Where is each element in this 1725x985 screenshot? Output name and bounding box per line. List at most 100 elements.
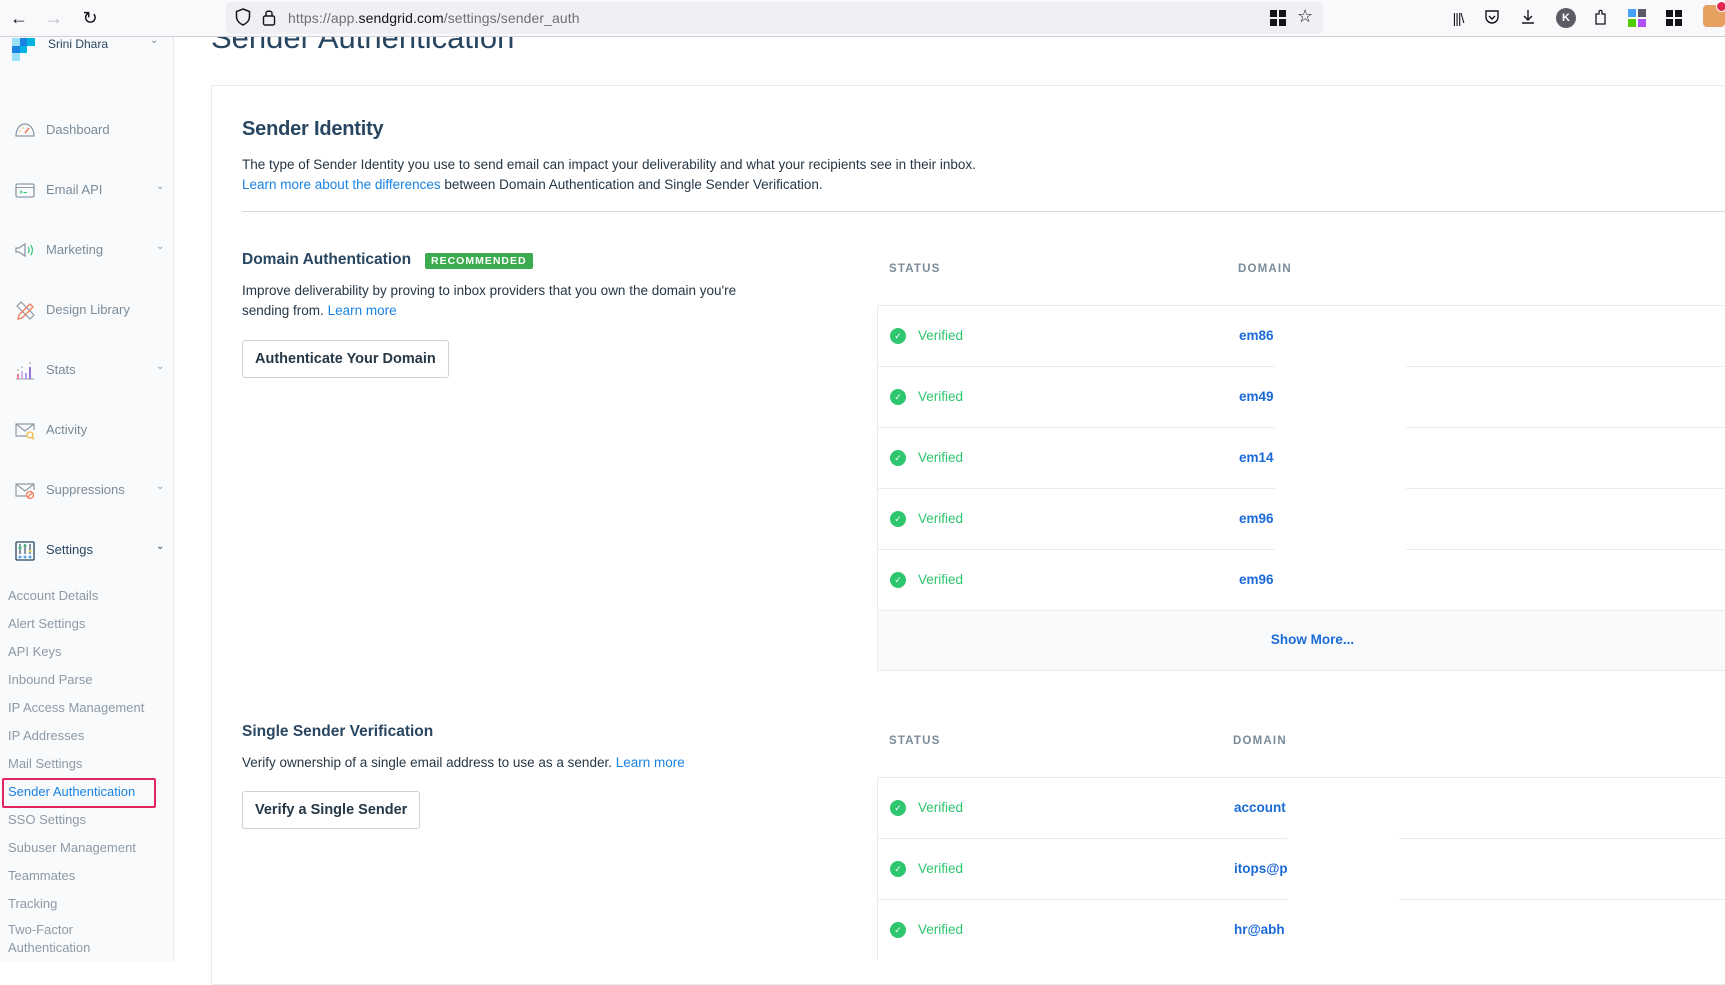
domain-link[interactable]: em96 (1239, 511, 1274, 526)
dashboard-gauge-icon (14, 121, 36, 141)
domain-column-header: DOMAIN (1238, 263, 1292, 275)
url-host: https://app. (288, 10, 359, 26)
domain-auth-learn-more-link[interactable]: Learn more (328, 303, 397, 318)
sidebar-subitem-inbound-parse[interactable]: Inbound Parse (8, 672, 93, 687)
show-more-button[interactable]: Show More... (878, 632, 1725, 647)
sender-identity-description: The type of Sender Identity you use to s… (242, 155, 1142, 195)
check-circle-icon: ✓ (890, 389, 906, 405)
sidebar-subitem-account-details[interactable]: Account Details (8, 588, 98, 603)
check-circle-icon: ✓ (890, 861, 906, 877)
download-icon[interactable] (1519, 8, 1539, 28)
sidebar-item-dashboard[interactable]: Dashboard (0, 116, 174, 146)
check-circle-icon: ✓ (890, 511, 906, 527)
sidebar-item-stats[interactable]: Stats ⌄ (0, 356, 174, 386)
sender-identity-title: Sender Identity (242, 118, 384, 140)
table-header: STATUS DOMAIN (877, 251, 1725, 311)
sidebar-subitem-subuser-management[interactable]: Subuser Management (8, 840, 136, 855)
apps-grid-icon[interactable] (1666, 10, 1686, 30)
sidebar-subitem-sso-settings[interactable]: SSO Settings (8, 812, 86, 827)
back-button[interactable]: ← (8, 7, 30, 29)
qr-code-icon[interactable] (1270, 10, 1286, 26)
pocket-icon[interactable] (1483, 8, 1503, 28)
domain-link[interactable]: em14 (1239, 450, 1274, 465)
sender-email-link[interactable]: itops@p (1234, 861, 1288, 876)
sidebar: Srini Dhara ⌄ Dashboard Email API ⌄ Mark… (0, 35, 174, 962)
check-circle-icon: ✓ (890, 572, 906, 588)
envelope-search-icon (14, 421, 36, 441)
sidebar-item-label: Stats (46, 362, 76, 377)
bookmark-star-icon[interactable]: ☆ (1297, 6, 1313, 27)
status-text: Verified (918, 328, 964, 343)
sidebar-item-label: Dashboard (46, 122, 110, 137)
table-row[interactable]: ✓ Verified account (877, 777, 1725, 838)
account-switcher[interactable]: Srini Dhara ⌄ (12, 35, 172, 61)
domain-link[interactable]: em96 (1239, 572, 1274, 587)
account-name: Srini Dhara (48, 37, 109, 51)
table-header: STATUS DOMAIN (877, 723, 1725, 783)
description-text: Verify ownership of a single email addre… (242, 755, 612, 770)
sidebar-subitem-ip-addresses[interactable]: IP Addresses (8, 728, 84, 743)
single-sender-description: Verify ownership of a single email addre… (242, 753, 842, 773)
status-text: Verified (918, 572, 964, 587)
reload-button[interactable]: ↻ (79, 7, 101, 29)
description-text: The type of Sender Identity you use to s… (242, 157, 976, 172)
show-more-row: Show More... (877, 610, 1725, 671)
status-text: Verified (918, 511, 964, 526)
sidebar-item-activity[interactable]: Activity (0, 416, 174, 446)
sender-identity-card: Sender Identity The type of Sender Ident… (211, 85, 1725, 985)
sidebar-subitem-sender-authentication[interactable]: Sender Authentication (8, 784, 135, 799)
addon-blocker-icon[interactable] (1703, 1, 1725, 27)
shield-icon[interactable] (235, 8, 251, 26)
forward-button[interactable]: → (43, 7, 65, 29)
sidebar-subitem-alert-settings[interactable]: Alert Settings (8, 616, 85, 631)
status-text: Verified (918, 389, 964, 404)
domain-link[interactable]: em86 (1239, 328, 1274, 343)
redaction-box (1275, 314, 1406, 604)
learn-more-differences-link[interactable]: Learn more about the differences (242, 177, 441, 192)
sidebar-subitem-teammates[interactable]: Teammates (8, 868, 75, 883)
envelope-blocked-icon (14, 481, 36, 501)
sidebar-subitem-api-keys[interactable]: API Keys (8, 644, 61, 659)
address-bar[interactable]: https://app.sendgrid.com/settings/sender… (226, 2, 1323, 34)
check-circle-icon: ✓ (890, 922, 906, 938)
library-icon[interactable]: |||\ (1448, 8, 1468, 28)
sidebar-subitem-mail-settings[interactable]: Mail Settings (8, 756, 82, 771)
multi-container-extension-icon[interactable] (1628, 9, 1648, 29)
sender-email-link[interactable]: account (1234, 800, 1286, 815)
sidebar-subitem-tracking[interactable]: Tracking (8, 896, 57, 911)
lock-icon[interactable] (262, 8, 276, 26)
sidebar-item-label: Design Library (46, 302, 130, 317)
sidebar-item-label: Settings (46, 542, 93, 557)
browser-toolbar: ← → ↻ https://app.sendgrid.com/settings/… (0, 0, 1725, 37)
single-sender-learn-more-link[interactable]: Learn more (616, 755, 685, 770)
domain-link[interactable]: em49 (1239, 389, 1274, 404)
chevron-down-icon: ⌄ (156, 361, 165, 372)
domain-column-header: DOMAIN (1233, 735, 1287, 747)
sidebar-subitem-two-factor-authentication[interactable]: Two-Factor Authentication (8, 921, 128, 957)
extensions-puzzle-icon[interactable] (1592, 8, 1612, 28)
sidebar-item-settings[interactable]: Settings ⌄ (0, 536, 174, 566)
verify-single-sender-button[interactable]: Verify a Single Sender (242, 791, 421, 829)
pencil-ruler-icon (14, 301, 36, 321)
status-column-header: STATUS (889, 735, 941, 747)
chevron-down-icon: ⌄ (156, 481, 165, 492)
domain-auth-title: Domain Authentication (242, 251, 412, 268)
chevron-down-icon[interactable]: ⌄ (150, 35, 158, 46)
page-title: Sender Authentication (211, 37, 515, 55)
status-text: Verified (918, 450, 964, 465)
sidebar-item-marketing[interactable]: Marketing ⌄ (0, 236, 174, 266)
authenticate-domain-button[interactable]: Authenticate Your Domain (242, 340, 449, 378)
sidebar-item-label: Suppressions (46, 482, 125, 497)
terminal-window-icon (14, 181, 36, 201)
status-text: Verified (918, 861, 964, 876)
main-content: Sender Authentication Sender Identity Th… (175, 37, 1725, 985)
sender-email-link[interactable]: hr@abh (1234, 922, 1285, 937)
url-text[interactable]: https://app.sendgrid.com/settings/sender… (288, 10, 580, 26)
check-circle-icon: ✓ (890, 328, 906, 344)
sidebar-item-design-library[interactable]: Design Library (0, 296, 174, 326)
sidebar-item-suppressions[interactable]: Suppressions ⌄ (0, 476, 174, 506)
sidebar-subitem-ip-access-management[interactable]: IP Access Management (8, 700, 144, 715)
profile-avatar[interactable]: K (1556, 8, 1576, 28)
sidebar-item-email-api[interactable]: Email API ⌄ (0, 176, 174, 206)
sliders-icon (14, 541, 36, 561)
